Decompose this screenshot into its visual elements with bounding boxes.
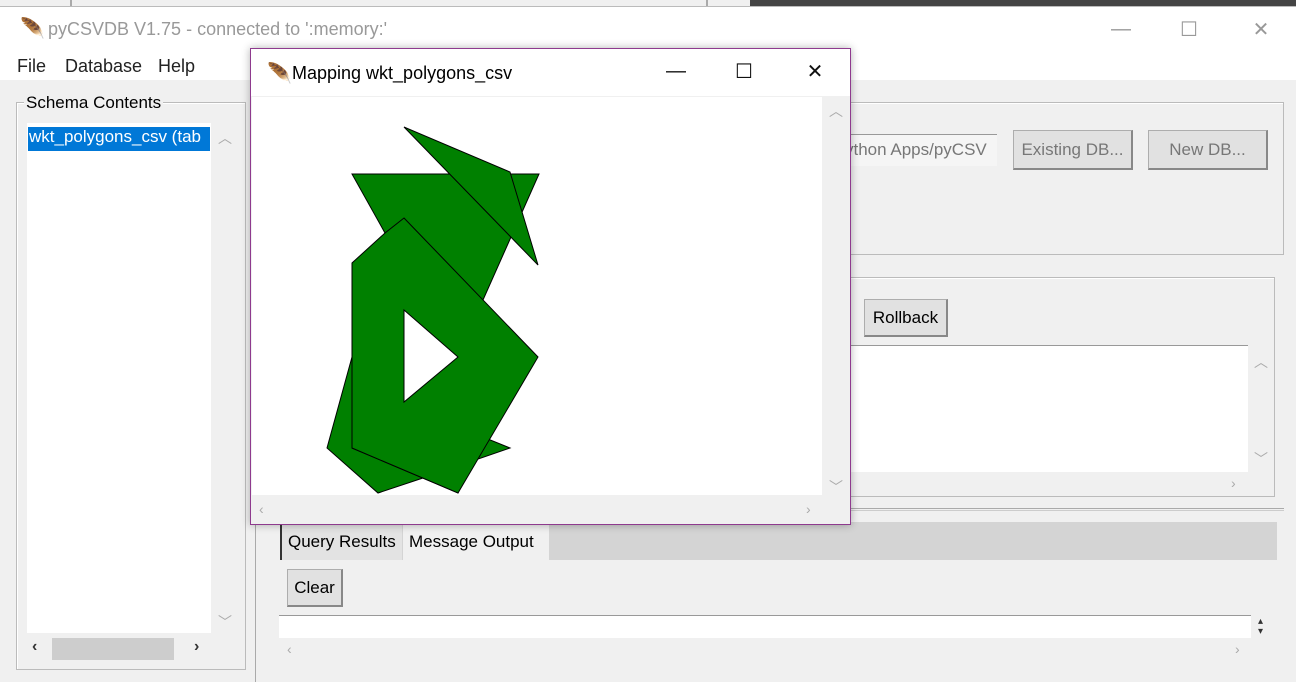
message-output-text[interactable] [279, 615, 1251, 638]
mapping-title-bar: 🪶 Mapping wkt_polygons_csv — ☐ ✕ [251, 49, 850, 96]
scroll-left-icon[interactable]: ‹ [259, 501, 264, 517]
scroll-left-icon[interactable]: ‹ [32, 638, 37, 656]
close-button[interactable]: ✕ [780, 49, 850, 93]
scroll-up-icon[interactable]: ︿ [829, 101, 843, 121]
schema-list[interactable]: wkt_polygons_csv (tab [27, 123, 211, 633]
feather-icon: 🪶 [267, 63, 292, 85]
main-title-bar: 🪶 pyCSVDB V1.75 - connected to ':memory:… [0, 6, 1296, 50]
scroll-right-icon[interactable]: › [806, 501, 811, 517]
scroll-left-icon[interactable]: ‹ [287, 641, 292, 657]
mapping-window: 🪶 Mapping wkt_polygons_csv — ☐ ✕ ︿ ﹀ ‹ › [250, 48, 851, 525]
spin-arrows-icon[interactable]: ▴ ▾ [1258, 617, 1263, 637]
map-canvas[interactable] [252, 97, 822, 495]
clear-button[interactable]: Clear [287, 569, 343, 607]
menu-help[interactable]: Help [158, 56, 195, 77]
scroll-up-icon[interactable]: ︿ [1254, 352, 1268, 372]
close-button[interactable]: ✕ [1226, 7, 1296, 51]
scroll-right-icon[interactable]: › [1235, 641, 1240, 657]
scroll-down-icon[interactable]: ﹀ [829, 477, 843, 497]
menu-file[interactable]: File [17, 56, 46, 77]
scroll-right-icon[interactable]: › [194, 638, 199, 656]
scroll-up-icon[interactable]: ︿ [218, 128, 232, 148]
db-path-field[interactable]: ython Apps/pyCSV [845, 134, 997, 166]
tab-query-results[interactable]: Query Results [280, 524, 402, 560]
menu-database[interactable]: Database [65, 56, 142, 77]
rollback-button[interactable]: Rollback [864, 299, 948, 337]
maximize-button[interactable]: ☐ [1154, 7, 1224, 51]
sql-editor[interactable] [850, 345, 1248, 472]
new-db-button[interactable]: New DB... [1148, 130, 1268, 170]
schema-label: Schema Contents [24, 93, 164, 113]
feather-icon: 🪶 [20, 18, 45, 40]
scroll-down-icon[interactable]: ﹀ [1254, 449, 1268, 469]
window-title: pyCSVDB V1.75 - connected to ':memory:' [48, 19, 388, 39]
mapping-title: Mapping wkt_polygons_csv [292, 63, 513, 83]
existing-db-button[interactable]: Existing DB... [1013, 130, 1133, 170]
scroll-right-icon[interactable]: › [1231, 475, 1236, 491]
map-svg [326, 126, 540, 494]
schema-item[interactable]: wkt_polygons_csv (tab [28, 127, 210, 151]
minimize-button[interactable]: — [641, 49, 711, 93]
tab-message-output[interactable]: Message Output [403, 524, 549, 560]
minimize-button[interactable]: — [1086, 7, 1156, 51]
scroll-down-icon[interactable]: ﹀ [218, 612, 232, 632]
maximize-button[interactable]: ☐ [709, 49, 779, 93]
horizontal-scrollbar-thumb[interactable] [52, 638, 174, 660]
